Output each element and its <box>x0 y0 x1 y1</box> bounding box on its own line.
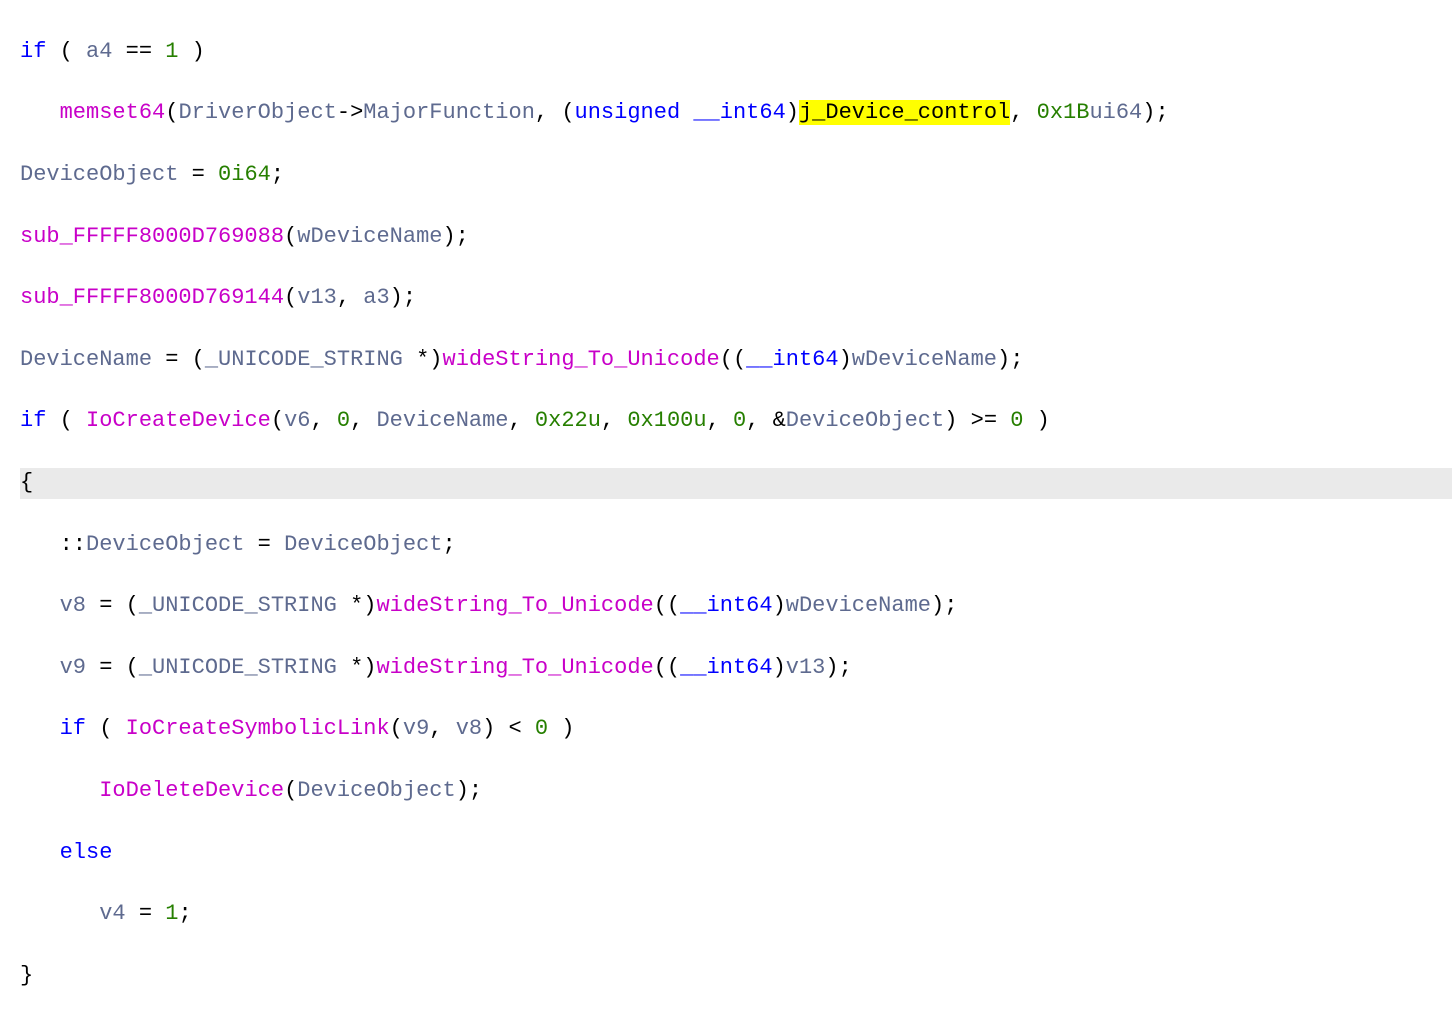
identifier: v9 <box>403 716 429 741</box>
code-line: v8 = (_UNICODE_STRING *)wideString_To_Un… <box>20 591 1452 622</box>
code-line: else <box>20 838 1452 869</box>
number-literal: 0 <box>1010 408 1023 433</box>
function-call: wideString_To_Unicode <box>376 655 653 680</box>
code-line: v4 = 1; <box>20 899 1452 930</box>
decompiler-view: if ( a4 == 1 ) memset64(DriverObject->Ma… <box>0 0 1452 1028</box>
identifier: v13 <box>786 655 826 680</box>
identifier: DeviceObject <box>284 532 442 557</box>
identifier: v8 <box>60 593 86 618</box>
keyword-if: if <box>20 408 46 433</box>
number-literal: 0i64 <box>218 162 271 187</box>
code-line: if ( IoCreateDevice(v6, 0, DeviceName, 0… <box>20 406 1452 437</box>
identifier: MajorFunction <box>363 100 535 125</box>
function-call: wideString_To_Unicode <box>376 593 653 618</box>
function-call: wideString_To_Unicode <box>443 347 720 372</box>
keyword-else: else <box>60 840 113 865</box>
identifier: DeviceName <box>376 408 508 433</box>
function-call: IoDeleteDevice <box>99 778 284 803</box>
identifier: DeviceObject <box>20 162 178 187</box>
number-literal: 1 <box>165 901 178 926</box>
number-literal: 0x100u <box>627 408 706 433</box>
identifier: a4 <box>86 39 112 64</box>
keyword-int64: __int64 <box>680 593 772 618</box>
code-line: sub_FFFFF8000D769088(wDeviceName); <box>20 222 1452 253</box>
function-call: IoCreateSymbolicLink <box>126 716 390 741</box>
identifier: v9 <box>60 655 86 680</box>
code-line: DeviceName = (_UNICODE_STRING *)wideStri… <box>20 345 1452 376</box>
identifier: DriverObject <box>178 100 336 125</box>
code-line-selected[interactable]: { <box>20 468 1452 499</box>
identifier: DeviceObject <box>297 778 455 803</box>
identifier: DeviceObject <box>786 408 944 433</box>
identifier: wDeviceName <box>786 593 931 618</box>
code-line: ::DeviceObject = DeviceObject; <box>20 530 1452 561</box>
identifier: v8 <box>456 716 482 741</box>
keyword-int64: __int64 <box>746 347 838 372</box>
number-literal: 0 <box>733 408 746 433</box>
code-line: } <box>20 961 1452 992</box>
code-line: if ( a4 == 1 ) <box>20 37 1452 68</box>
number-literal: 0 <box>535 716 548 741</box>
code-line: DeviceObject = 0i64; <box>20 160 1452 191</box>
identifier: v13 <box>297 285 337 310</box>
identifier: DeviceName <box>20 347 152 372</box>
function-call: sub_FFFFF8000D769144 <box>20 285 284 310</box>
identifier: wDeviceName <box>852 347 997 372</box>
code-line: sub_FFFFF8000D769144(v13, a3); <box>20 283 1452 314</box>
identifier: a3 <box>363 285 389 310</box>
keyword-int64: __int64 <box>693 100 785 125</box>
keyword-unsigned: unsigned <box>575 100 681 125</box>
type: _UNICODE_STRING <box>205 347 403 372</box>
function-call: sub_FFFFF8000D769088 <box>20 224 284 249</box>
function-call: IoCreateDevice <box>86 408 271 433</box>
keyword-if: if <box>20 39 46 64</box>
identifier: v4 <box>99 901 125 926</box>
type: _UNICODE_STRING <box>139 593 337 618</box>
number-literal: 1 <box>165 39 178 64</box>
highlighted-symbol[interactable]: j_Device_control <box>799 100 1010 125</box>
keyword-int64: __int64 <box>680 655 772 680</box>
identifier: DeviceObject <box>86 532 244 557</box>
keyword-if: if <box>60 716 86 741</box>
number-literal: 0x22u <box>535 408 601 433</box>
code-line: IoDeleteDevice(DeviceObject); <box>20 776 1452 807</box>
number-literal: 0 <box>337 408 350 433</box>
type: _UNICODE_STRING <box>139 655 337 680</box>
number-literal: 0x1B <box>1037 100 1090 125</box>
identifier: wDeviceName <box>297 224 442 249</box>
identifier: v6 <box>284 408 310 433</box>
code-line: if ( IoCreateSymbolicLink(v9, v8) < 0 ) <box>20 714 1452 745</box>
code-line: v9 = (_UNICODE_STRING *)wideString_To_Un… <box>20 653 1452 684</box>
code-line: memset64(DriverObject->MajorFunction, (u… <box>20 98 1452 129</box>
function-call: memset64 <box>60 100 166 125</box>
